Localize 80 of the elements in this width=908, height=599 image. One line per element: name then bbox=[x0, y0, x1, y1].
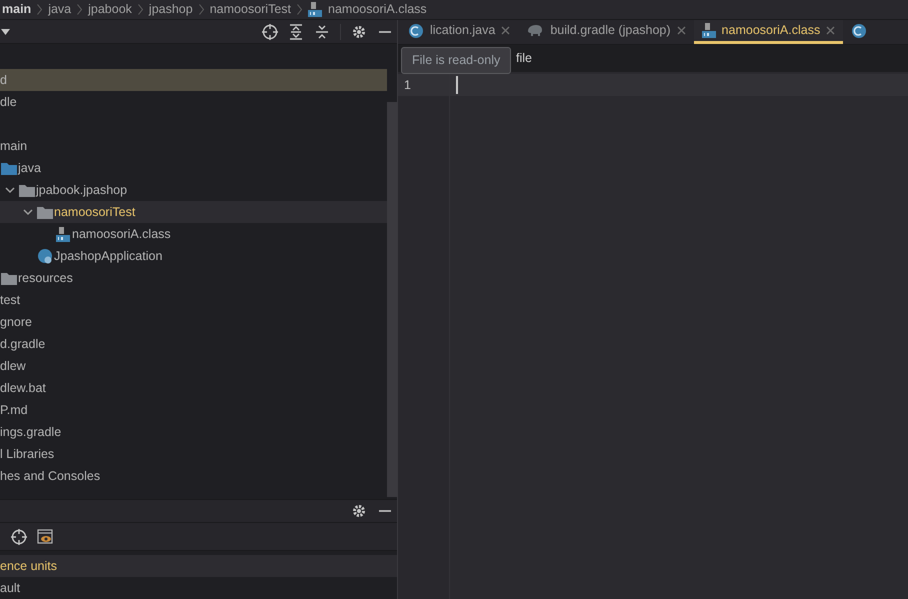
tree-item-label: resources bbox=[18, 270, 73, 287]
tree-row[interactable]: main bbox=[0, 135, 387, 157]
dropdown-icon[interactable] bbox=[1, 28, 10, 34]
tree-item-label: dlew.bat bbox=[0, 380, 46, 397]
text-cursor bbox=[456, 76, 458, 94]
banner-text: file bbox=[516, 50, 532, 68]
tree-item-label: ings.gradle bbox=[0, 424, 62, 441]
package-icon bbox=[19, 184, 35, 196]
tree-item-label: namoosoriTest bbox=[54, 204, 136, 221]
tree-row[interactable]: hes and Consoles bbox=[0, 465, 387, 487]
tree-row[interactable]: dlew.bat bbox=[0, 377, 387, 399]
tree-row[interactable]: d.gradle bbox=[0, 333, 387, 355]
breadcrumb-item[interactable]: jpashop bbox=[148, 0, 193, 19]
class-file-icon bbox=[702, 23, 716, 38]
tree-row[interactable]: l Libraries bbox=[0, 443, 387, 465]
close-icon[interactable] bbox=[501, 26, 510, 35]
scrollbar[interactable] bbox=[387, 102, 397, 497]
tree-item-label: main bbox=[0, 138, 28, 155]
settings-icon[interactable] bbox=[351, 503, 367, 519]
tree-item-label: gnore bbox=[0, 314, 32, 331]
breadcrumb-item[interactable]: namoosoriA.class bbox=[328, 0, 427, 19]
class-file-icon bbox=[56, 226, 70, 242]
tree-item-label: d.gradle bbox=[0, 336, 46, 353]
tree-item-label: dlew bbox=[0, 358, 26, 375]
close-icon[interactable] bbox=[826, 26, 836, 35]
editor-tab[interactable]: build.gradle (jpashop) bbox=[518, 20, 694, 44]
line-number: 1 bbox=[398, 74, 449, 96]
tree-row[interactable]: dlew bbox=[0, 355, 387, 377]
breadcrumb-item[interactable]: jpabook bbox=[88, 0, 132, 19]
tree-item-label: test bbox=[0, 292, 20, 309]
eye-window-icon[interactable] bbox=[37, 528, 53, 544]
settings-icon[interactable] bbox=[351, 24, 367, 40]
package-icon bbox=[37, 206, 53, 218]
spring-class-icon bbox=[851, 22, 868, 38]
tree-row[interactable]: namoosoriA.class bbox=[0, 223, 387, 245]
class-file-icon bbox=[308, 2, 322, 17]
close-icon[interactable] bbox=[676, 26, 686, 35]
tree-row[interactable]: jpabook.jpashop bbox=[0, 179, 387, 201]
tree-row[interactable]: dle bbox=[0, 91, 387, 113]
chevron-right-icon bbox=[138, 4, 143, 15]
tree-item-label: jpabook.jpashop bbox=[36, 182, 128, 199]
list-row[interactable]: ence units bbox=[0, 555, 397, 577]
tree-row[interactable]: d bbox=[0, 69, 387, 91]
folder-icon bbox=[1, 162, 17, 174]
list-row[interactable]: ault bbox=[0, 577, 397, 599]
tree-item-label: hes and Consoles bbox=[0, 468, 100, 485]
spring-class-icon bbox=[408, 22, 424, 38]
tree-row[interactable]: java bbox=[0, 157, 387, 179]
editor-tab[interactable]: lication.java bbox=[400, 20, 518, 44]
tree-row[interactable]: P.md bbox=[0, 399, 387, 421]
tree-item-label: dle bbox=[0, 94, 17, 111]
chevron-right-icon bbox=[297, 4, 302, 15]
tree-item-label: d bbox=[0, 72, 7, 89]
chevron-right-icon bbox=[77, 4, 82, 15]
tree-row[interactable]: namoosoriTest bbox=[0, 201, 387, 223]
editor-tab[interactable]: namoosoriA.class bbox=[694, 20, 844, 44]
tree-item-label: P.md bbox=[0, 402, 28, 419]
tooltip: File is read-only bbox=[401, 47, 512, 74]
resources-folder-icon bbox=[1, 272, 17, 284]
tree-item-label: namoosoriA.class bbox=[72, 226, 171, 243]
tree-row[interactable]: resources bbox=[0, 267, 387, 289]
locate-icon[interactable] bbox=[11, 528, 27, 544]
breadcrumb-item[interactable]: main bbox=[2, 0, 32, 19]
breadcrumb-item[interactable]: namoosoriTest bbox=[210, 0, 292, 19]
chevron-down-icon[interactable] bbox=[5, 185, 15, 195]
chevron-right-icon bbox=[37, 4, 42, 15]
tree-item-label: l Libraries bbox=[0, 446, 54, 463]
tree-row[interactable]: ings.gradle bbox=[0, 421, 387, 443]
locate-icon[interactable] bbox=[262, 24, 278, 40]
chevron-down-icon[interactable] bbox=[23, 207, 33, 217]
tree-item-label: JpashopApplication bbox=[54, 248, 162, 265]
spring-class-icon bbox=[37, 248, 53, 264]
collapse-all-icon[interactable] bbox=[314, 24, 330, 40]
chevron-right-icon bbox=[198, 4, 204, 15]
tree-row[interactable]: gnore bbox=[0, 311, 387, 333]
expand-all-icon[interactable] bbox=[288, 24, 304, 40]
tree-row[interactable]: test bbox=[0, 289, 387, 311]
tree-row[interactable]: JpashopApplication bbox=[0, 245, 387, 267]
tree-item-label: java bbox=[18, 160, 41, 177]
breadcrumb-item[interactable]: java bbox=[48, 0, 72, 19]
